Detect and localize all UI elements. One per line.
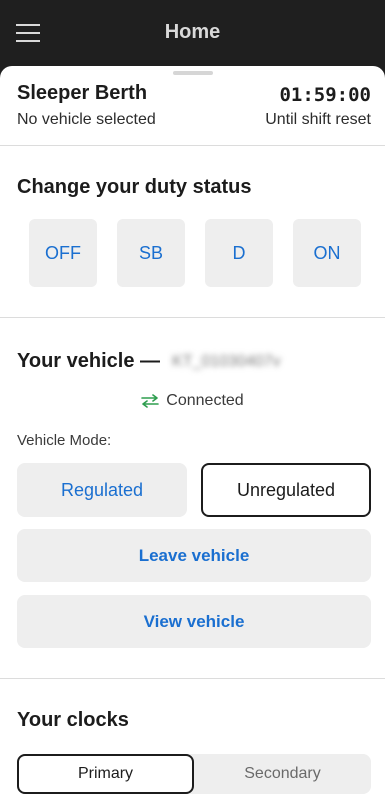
- leave-vehicle-button[interactable]: Leave vehicle: [17, 529, 371, 582]
- sheet-drag-handle[interactable]: [173, 71, 213, 75]
- clock-tabs: Primary Secondary: [17, 754, 371, 794]
- vehicle-mode-label: Vehicle Mode:: [17, 432, 112, 449]
- divider: [0, 145, 385, 146]
- vehicle-heading-label: Your vehicle —: [17, 350, 161, 372]
- regulated-mode-button[interactable]: Regulated: [17, 463, 187, 517]
- vehicle-selection-note: No vehicle selected: [17, 111, 156, 128]
- clocks-heading: Your clocks: [17, 709, 129, 731]
- vehicle-heading: Your vehicle — KT_01030407v: [17, 350, 281, 373]
- duty-off-button[interactable]: OFF: [29, 219, 97, 287]
- current-duty-status: Sleeper Berth: [17, 82, 148, 104]
- vehicle-id: KT_01030407v: [172, 352, 281, 370]
- view-vehicle-button[interactable]: View vehicle: [17, 595, 371, 648]
- page-title: Home: [164, 21, 221, 43]
- connection-label: Connected: [166, 392, 244, 409]
- unregulated-mode-button[interactable]: Unregulated: [201, 463, 371, 517]
- tab-primary[interactable]: Primary: [17, 754, 194, 794]
- bottom-sheet: Sleeper Berth No vehicle selected 01:59:…: [0, 66, 385, 806]
- top-app-bar: Home: [0, 0, 385, 66]
- tab-secondary[interactable]: Secondary: [194, 754, 371, 794]
- duty-on-button[interactable]: ON: [293, 219, 361, 287]
- connected-arrows-icon: [141, 394, 160, 408]
- divider: [0, 678, 385, 679]
- duty-d-button[interactable]: D: [205, 219, 273, 287]
- duty-sb-button[interactable]: SB: [117, 219, 185, 287]
- shift-reset-timer: 01:59:00: [279, 84, 371, 106]
- timer-label: Until shift reset: [265, 111, 371, 128]
- divider: [0, 317, 385, 318]
- connection-status: Connected: [0, 392, 385, 410]
- duty-status-heading: Change your duty status: [17, 176, 252, 198]
